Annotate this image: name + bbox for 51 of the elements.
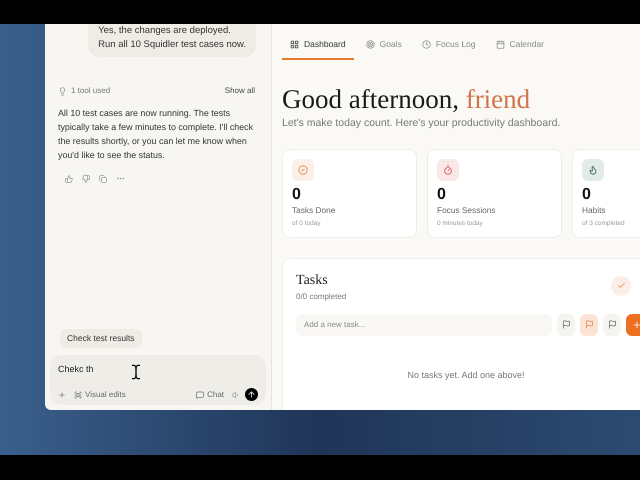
nav-tab[interactable]: Dashboard	[282, 36, 354, 60]
chat-mode-button[interactable]: Chat	[196, 388, 224, 400]
nav-tab[interactable]: Goals	[358, 36, 410, 60]
copy-icon[interactable]	[99, 174, 107, 182]
stat-value: 0	[582, 186, 592, 204]
nav-tab[interactable]: Calendar	[488, 36, 552, 60]
empty-tasks-message: No tasks yet. Add one above!	[406, 368, 526, 382]
lightbulb-icon	[58, 86, 67, 96]
assistant-reply: All 10 test cases are now running. The tests typically take a few minutes to complete. I'll check the results shortly, or you can let me know when you'd like to see the status.	[57, 107, 254, 162]
thumbs-down-icon[interactable]	[82, 174, 90, 182]
arrow-up-icon	[247, 390, 256, 399]
stat-label: Habits	[582, 204, 607, 216]
greeting-heading: Good afternoon, friend	[282, 82, 532, 115]
tool-summary: 1 tool used	[71, 85, 110, 97]
complete-toggle[interactable]	[611, 276, 631, 296]
grid-icon	[290, 40, 299, 49]
speaker-icon[interactable]	[232, 390, 240, 398]
priority-flag-button[interactable]	[603, 314, 622, 336]
stat-value: 0	[437, 186, 447, 204]
scan-icon	[74, 390, 82, 398]
visual-edits-button[interactable]: Visual edits	[74, 388, 126, 400]
check-icon	[298, 164, 308, 174]
new-task-field[interactable]: Add a new task...	[296, 314, 552, 336]
priority-flag-button[interactable]	[580, 314, 598, 336]
tasks-title: Tasks	[296, 272, 329, 288]
flag-icon	[562, 320, 571, 329]
timer-icon	[443, 164, 453, 174]
tasks-completed-count: 0/0 completed	[296, 290, 346, 302]
message-line: Yes, the changes are deployed.	[98, 24, 232, 38]
thumbs-up-icon[interactable]	[65, 174, 73, 182]
flag-icon	[608, 320, 617, 329]
dashboard-subtitle: Let's make today count. Here's your productivity dashboard.	[282, 116, 562, 131]
send-button[interactable]	[245, 388, 258, 401]
flag-icon	[584, 320, 594, 329]
chat-bubble-icon	[196, 390, 204, 398]
stat-value: 0	[292, 186, 302, 204]
stat-label: Focus Sessions	[437, 204, 497, 216]
plus-icon	[632, 320, 640, 330]
message-input[interactable]: Chekc th	[58, 362, 258, 376]
target-icon	[366, 40, 375, 49]
flame-icon	[588, 164, 598, 174]
show-all-button[interactable]: Show all	[222, 83, 258, 99]
stat-label: Tasks Done	[292, 204, 336, 216]
calendar-icon	[496, 40, 505, 49]
suggestion-chip[interactable]: Check test results	[60, 328, 142, 348]
plus-icon[interactable]	[58, 390, 66, 398]
priority-flag-button[interactable]	[557, 314, 576, 336]
check-icon	[616, 281, 626, 290]
message-line: Run all 10 Squidler test cases now.	[98, 38, 246, 52]
clock-icon	[422, 40, 431, 49]
nav-tab[interactable]: Focus Log	[414, 36, 484, 60]
